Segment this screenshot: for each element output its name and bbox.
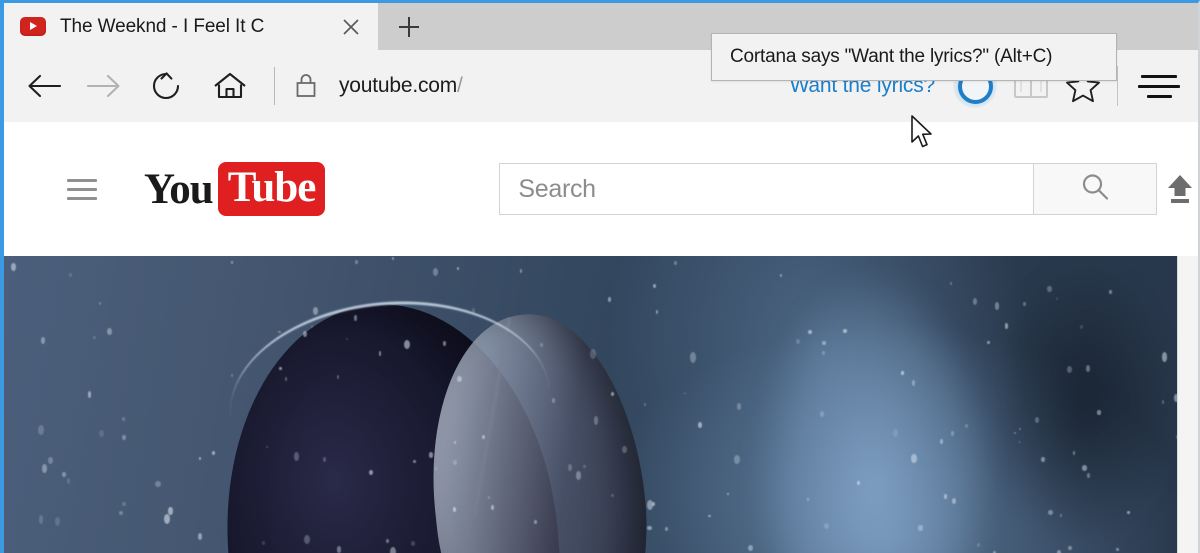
- lock-icon[interactable]: [289, 66, 323, 106]
- youtube-logo-you: You: [144, 165, 214, 213]
- upload-icon[interactable]: [1157, 166, 1198, 212]
- tooltip-text: Cortana says "Want the lyrics?" (Alt+C): [730, 46, 1053, 67]
- search-icon: [1078, 170, 1112, 209]
- hamburger-guide-icon[interactable]: [62, 169, 102, 209]
- video-player-frame[interactable]: [4, 256, 1198, 553]
- toolbar-divider-2: [1117, 66, 1118, 106]
- youtube-logo[interactable]: You Tube: [144, 162, 326, 216]
- video-dark-column: [984, 256, 1184, 553]
- back-arrow-icon[interactable]: [16, 58, 72, 114]
- youtube-header: You Tube Search: [4, 122, 1198, 257]
- close-tab-icon[interactable]: [340, 16, 362, 38]
- guide-line-2: [67, 187, 97, 191]
- refresh-icon[interactable]: [138, 58, 194, 114]
- guide-line-1: [67, 178, 97, 182]
- video-light-band: [744, 256, 1004, 553]
- page-right-edge: [1177, 256, 1198, 553]
- url-text: youtube.com: [339, 74, 458, 97]
- browser-window: The Weeknd - I Feel It C youtube.com / W…: [0, 0, 1200, 553]
- search-input[interactable]: Search: [499, 163, 1034, 215]
- home-icon[interactable]: [202, 58, 258, 114]
- menu-line-1: [1141, 74, 1177, 78]
- forward-arrow-icon: [76, 58, 132, 114]
- url-path: /: [457, 74, 463, 97]
- tab-title: The Weeknd - I Feel It C: [60, 15, 265, 37]
- youtube-search: Search: [499, 163, 1158, 215]
- menu-line-2: [1138, 84, 1180, 88]
- cortana-tooltip: Cortana says "Want the lyrics?" (Alt+C): [711, 33, 1117, 81]
- hamburger-menu-icon[interactable]: [1128, 60, 1190, 112]
- search-button[interactable]: [1033, 163, 1158, 215]
- youtube-play-icon: [20, 17, 46, 36]
- search-placeholder: Search: [518, 174, 596, 203]
- new-tab-icon[interactable]: [378, 3, 440, 50]
- youtube-logo-tube: Tube: [217, 162, 326, 216]
- toolbar-divider: [274, 67, 275, 105]
- browser-tab[interactable]: The Weeknd - I Feel It C: [4, 3, 378, 50]
- menu-line-3: [1146, 94, 1172, 98]
- guide-line-3: [67, 196, 97, 200]
